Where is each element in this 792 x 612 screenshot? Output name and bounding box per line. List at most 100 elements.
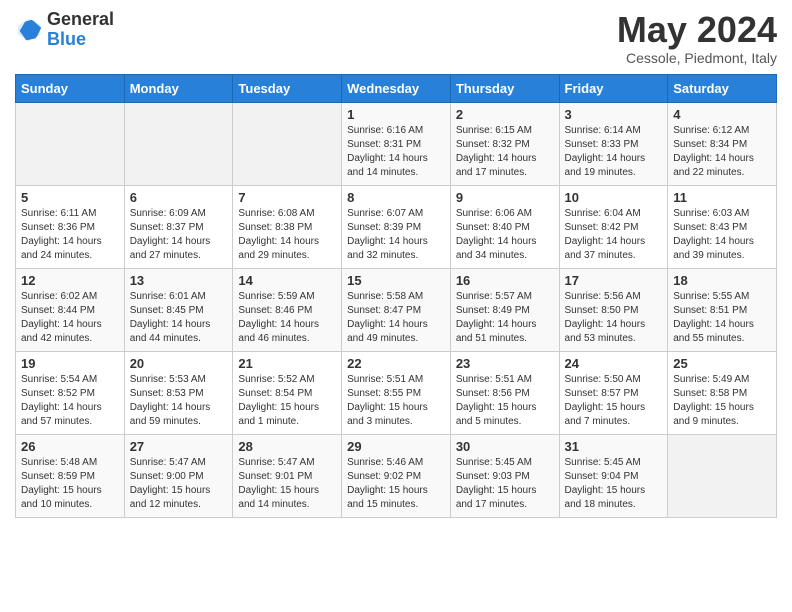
day-cell: 3 Sunrise: 6:14 AMSunset: 8:33 PMDaylight… <box>559 102 668 185</box>
day-info: Sunrise: 5:45 AMSunset: 9:03 PMDaylight:… <box>456 456 554 512</box>
day-number: 23 <box>456 356 554 371</box>
header-row: SundayMondayTuesdayWednesdayThursdayFrid… <box>16 74 777 102</box>
logo-blue: Blue <box>47 29 86 49</box>
day-number: 17 <box>565 273 663 288</box>
header-day-tuesday: Tuesday <box>233 74 342 102</box>
logo-icon <box>15 16 43 44</box>
day-cell: 24 Sunrise: 5:50 AMSunset: 8:57 PMDayligh… <box>559 351 668 434</box>
day-number: 29 <box>347 439 445 454</box>
day-cell: 14 Sunrise: 5:59 AMSunset: 8:46 PMDayligh… <box>233 268 342 351</box>
day-cell: 7Sunrise: 6:08 AMSunset: 8:38 PMDaylight… <box>233 185 342 268</box>
day-cell: 15Sunrise: 5:58 AMSunset: 8:47 PMDayligh… <box>342 268 451 351</box>
day-number: 8 <box>347 190 445 205</box>
day-info: Sunrise: 6:12 AMSunset: 8:34 PMDaylight:… <box>673 124 771 180</box>
day-info: Sunrise: 5:56 AMSunset: 8:50 PMDaylight:… <box>565 290 663 346</box>
day-info: Sunrise: 5:47 AMSunset: 9:00 PMDaylight:… <box>130 456 228 512</box>
day-info: Sunrise: 6:15 AMSunset: 8:32 PMDaylight:… <box>456 124 554 180</box>
day-number: 20 <box>130 356 228 371</box>
day-cell: 10 Sunrise: 6:04 AMSunset: 8:42 PMDayligh… <box>559 185 668 268</box>
day-number: 12 <box>21 273 119 288</box>
day-cell: 13Sunrise: 6:01 AMSunset: 8:45 PMDayligh… <box>124 268 233 351</box>
week-row-1: 1Sunrise: 6:16 AMSunset: 8:31 PMDaylight… <box>16 102 777 185</box>
day-info: Sunrise: 5:51 AMSunset: 8:56 PMDaylight:… <box>456 373 554 429</box>
day-number: 31 <box>565 439 663 454</box>
day-cell: 22 Sunrise: 5:51 AMSunset: 8:55 PMDayligh… <box>342 351 451 434</box>
day-cell <box>668 434 777 517</box>
day-info: Sunrise: 5:53 AMSunset: 8:53 PMDaylight:… <box>130 373 228 429</box>
day-cell: 5 Sunrise: 6:11 AMSunset: 8:36 PMDaylight… <box>16 185 125 268</box>
day-info: Sunrise: 5:49 AMSunset: 8:58 PMDaylight:… <box>673 373 771 429</box>
calendar-table: SundayMondayTuesdayWednesdayThursdayFrid… <box>15 74 777 518</box>
day-cell: 9Sunrise: 6:06 AMSunset: 8:40 PMDaylight… <box>450 185 559 268</box>
day-cell: 6Sunrise: 6:09 AMSunset: 8:37 PMDaylight… <box>124 185 233 268</box>
header-day-thursday: Thursday <box>450 74 559 102</box>
day-cell: 30 Sunrise: 5:45 AMSunset: 9:03 PMDayligh… <box>450 434 559 517</box>
header-day-wednesday: Wednesday <box>342 74 451 102</box>
logo-general: General <box>47 9 114 29</box>
day-info: Sunrise: 5:59 AMSunset: 8:46 PMDaylight:… <box>238 290 336 346</box>
day-cell: 11 Sunrise: 6:03 AMSunset: 8:43 PMDayligh… <box>668 185 777 268</box>
day-number: 6 <box>130 190 228 205</box>
day-number: 30 <box>456 439 554 454</box>
day-cell: 26 Sunrise: 5:48 AMSunset: 8:59 PMDayligh… <box>16 434 125 517</box>
day-cell: 29 Sunrise: 5:46 AMSunset: 9:02 PMDayligh… <box>342 434 451 517</box>
day-number: 2 <box>456 107 554 122</box>
day-number: 22 <box>347 356 445 371</box>
day-cell: 8 Sunrise: 6:07 AMSunset: 8:39 PMDaylight… <box>342 185 451 268</box>
day-number: 19 <box>21 356 119 371</box>
day-cell: 17 Sunrise: 5:56 AMSunset: 8:50 PMDayligh… <box>559 268 668 351</box>
day-number: 27 <box>130 439 228 454</box>
day-number: 5 <box>21 190 119 205</box>
subtitle: Cessole, Piedmont, Italy <box>617 50 777 66</box>
page-header: General Blue May 2024 Cessole, Piedmont,… <box>15 10 777 66</box>
day-cell: 27 Sunrise: 5:47 AMSunset: 9:00 PMDayligh… <box>124 434 233 517</box>
day-info: Sunrise: 6:14 AMSunset: 8:33 PMDaylight:… <box>565 124 663 180</box>
day-info: Sunrise: 6:02 AMSunset: 8:44 PMDaylight:… <box>21 290 119 346</box>
day-number: 9 <box>456 190 554 205</box>
week-row-5: 26 Sunrise: 5:48 AMSunset: 8:59 PMDayligh… <box>16 434 777 517</box>
day-cell: 28Sunrise: 5:47 AMSunset: 9:01 PMDayligh… <box>233 434 342 517</box>
day-number: 10 <box>565 190 663 205</box>
day-cell <box>124 102 233 185</box>
day-info: Sunrise: 5:54 AMSunset: 8:52 PMDaylight:… <box>21 373 119 429</box>
day-info: Sunrise: 5:57 AMSunset: 8:49 PMDaylight:… <box>456 290 554 346</box>
day-info: Sunrise: 5:46 AMSunset: 9:02 PMDaylight:… <box>347 456 445 512</box>
day-info: Sunrise: 6:04 AMSunset: 8:42 PMDaylight:… <box>565 207 663 263</box>
day-info: Sunrise: 5:51 AMSunset: 8:55 PMDaylight:… <box>347 373 445 429</box>
day-info: Sunrise: 6:07 AMSunset: 8:39 PMDaylight:… <box>347 207 445 263</box>
day-info: Sunrise: 5:50 AMSunset: 8:57 PMDaylight:… <box>565 373 663 429</box>
header-day-monday: Monday <box>124 74 233 102</box>
day-info: Sunrise: 5:47 AMSunset: 9:01 PMDaylight:… <box>238 456 336 512</box>
day-info: Sunrise: 5:48 AMSunset: 8:59 PMDaylight:… <box>21 456 119 512</box>
day-cell: 31 Sunrise: 5:45 AMSunset: 9:04 PMDayligh… <box>559 434 668 517</box>
day-info: Sunrise: 6:01 AMSunset: 8:45 PMDaylight:… <box>130 290 228 346</box>
week-row-4: 19 Sunrise: 5:54 AMSunset: 8:52 PMDayligh… <box>16 351 777 434</box>
day-info: Sunrise: 6:16 AMSunset: 8:31 PMDaylight:… <box>347 124 445 180</box>
day-number: 26 <box>21 439 119 454</box>
day-number: 7 <box>238 190 336 205</box>
day-info: Sunrise: 6:03 AMSunset: 8:43 PMDaylight:… <box>673 207 771 263</box>
day-number: 21 <box>238 356 336 371</box>
day-number: 11 <box>673 190 771 205</box>
day-number: 3 <box>565 107 663 122</box>
day-number: 24 <box>565 356 663 371</box>
header-day-friday: Friday <box>559 74 668 102</box>
day-cell: 16Sunrise: 5:57 AMSunset: 8:49 PMDayligh… <box>450 268 559 351</box>
logo-text: General Blue <box>47 10 114 50</box>
day-cell: 18Sunrise: 5:55 AMSunset: 8:51 PMDayligh… <box>668 268 777 351</box>
day-cell: 1Sunrise: 6:16 AMSunset: 8:31 PMDaylight… <box>342 102 451 185</box>
logo: General Blue <box>15 10 114 50</box>
day-number: 14 <box>238 273 336 288</box>
day-info: Sunrise: 6:11 AMSunset: 8:36 PMDaylight:… <box>21 207 119 263</box>
day-number: 4 <box>673 107 771 122</box>
day-number: 18 <box>673 273 771 288</box>
day-cell <box>233 102 342 185</box>
day-cell: 12 Sunrise: 6:02 AMSunset: 8:44 PMDayligh… <box>16 268 125 351</box>
day-info: Sunrise: 5:52 AMSunset: 8:54 PMDaylight:… <box>238 373 336 429</box>
day-number: 25 <box>673 356 771 371</box>
day-info: Sunrise: 5:45 AMSunset: 9:04 PMDaylight:… <box>565 456 663 512</box>
header-day-saturday: Saturday <box>668 74 777 102</box>
day-cell: 20 Sunrise: 5:53 AMSunset: 8:53 PMDayligh… <box>124 351 233 434</box>
week-row-3: 12 Sunrise: 6:02 AMSunset: 8:44 PMDayligh… <box>16 268 777 351</box>
week-row-2: 5 Sunrise: 6:11 AMSunset: 8:36 PMDaylight… <box>16 185 777 268</box>
